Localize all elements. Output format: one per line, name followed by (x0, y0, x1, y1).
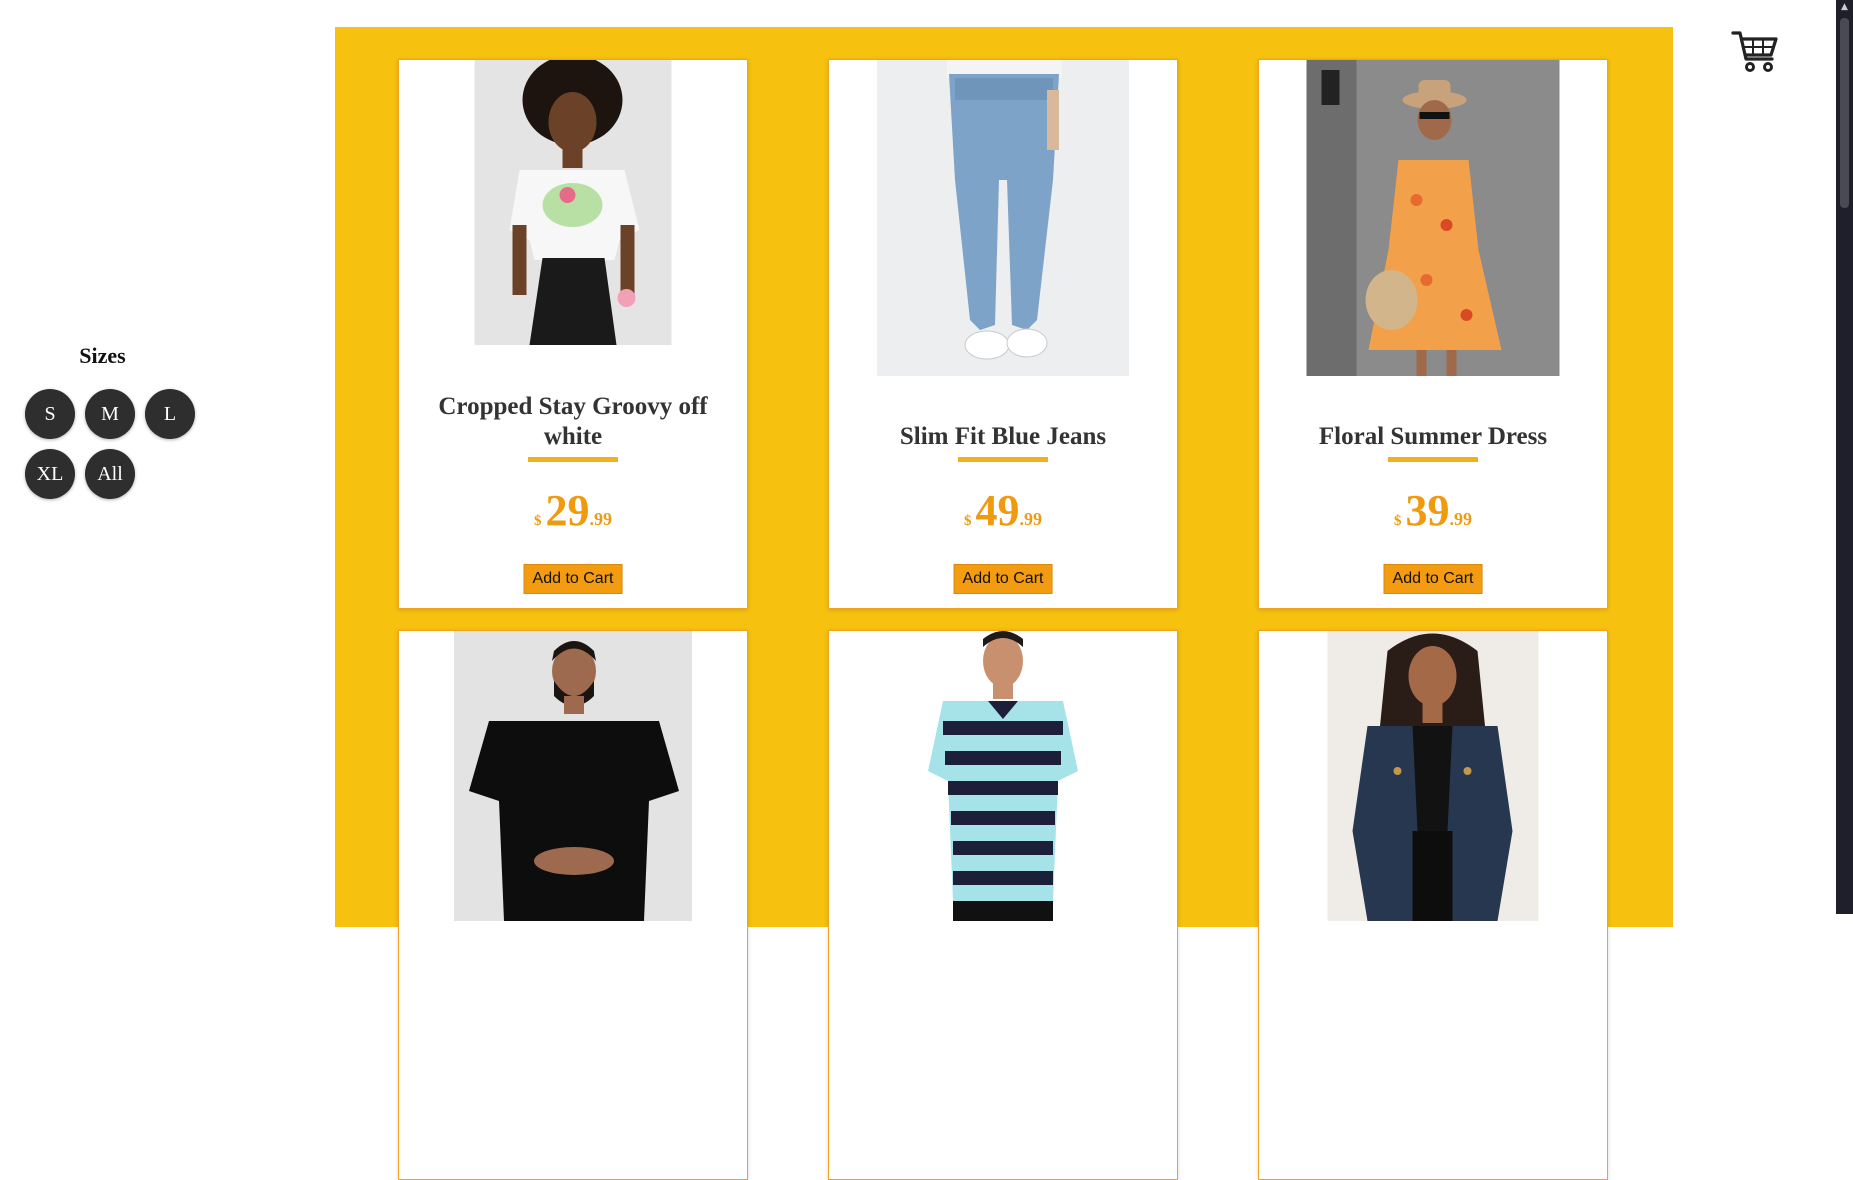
size-button-group: S M L XL All (25, 389, 205, 499)
price-currency: $ (1394, 513, 1402, 529)
price-whole: 29 (545, 486, 590, 535)
price-currency: $ (534, 513, 542, 529)
vertical-scrollbar[interactable]: ▲ (1836, 0, 1853, 914)
price-cents: .99 (589, 509, 613, 529)
product-price: $ 49.99 (829, 485, 1177, 536)
scroll-up-arrow-icon[interactable]: ▲ (1836, 0, 1853, 14)
products-panel: Cropped Stay Groovy off white $ 29.99 Ad… (335, 27, 1673, 1180)
add-to-cart-button[interactable]: Add to Cart (953, 564, 1053, 594)
price-currency: $ (964, 513, 972, 529)
size-filter: Sizes S M L XL All (25, 343, 205, 499)
product-image[interactable] (923, 631, 1083, 921)
product-image[interactable] (1327, 631, 1539, 921)
product-card: Cropped Stay Groovy off white $ 29.99 Ad… (398, 59, 748, 609)
size-button-m[interactable]: M (85, 389, 135, 439)
product-image[interactable] (454, 631, 692, 921)
title-underline (528, 457, 618, 462)
product-image[interactable] (1306, 60, 1560, 376)
product-title: Cropped Stay Groovy off white (438, 393, 708, 450)
product-price: $ 39.99 (1259, 485, 1607, 536)
product-title: Floral Summer Dress (1318, 423, 1548, 450)
add-to-cart-button[interactable]: Add to Cart (523, 564, 623, 594)
sizes-heading: Sizes (79, 343, 126, 368)
product-card (398, 630, 748, 1180)
price-cents: .99 (1019, 509, 1043, 529)
price-cents: .99 (1449, 509, 1473, 529)
product-title: Slim Fit Blue Jeans (899, 423, 1107, 450)
size-button-l[interactable]: L (145, 389, 195, 439)
title-underline (1388, 457, 1478, 462)
product-image[interactable] (474, 60, 672, 345)
title-underline (958, 457, 1048, 462)
product-card (1258, 630, 1608, 1180)
cart-icon[interactable] (1731, 27, 1779, 75)
price-whole: 39 (1405, 486, 1450, 535)
product-image[interactable] (877, 60, 1129, 376)
product-card: Slim Fit Blue Jeans $ 49.99 Add to Cart (828, 59, 1178, 609)
price-whole: 49 (975, 486, 1020, 535)
product-card: Floral Summer Dress $ 39.99 Add to Cart (1258, 59, 1608, 609)
size-button-s[interactable]: S (25, 389, 75, 439)
scrollbar-thumb[interactable] (1840, 18, 1849, 208)
product-card (828, 630, 1178, 1180)
size-button-xl[interactable]: XL (25, 449, 75, 499)
product-price: $ 29.99 (399, 485, 747, 536)
add-to-cart-button[interactable]: Add to Cart (1383, 564, 1483, 594)
size-button-all[interactable]: All (85, 449, 135, 499)
